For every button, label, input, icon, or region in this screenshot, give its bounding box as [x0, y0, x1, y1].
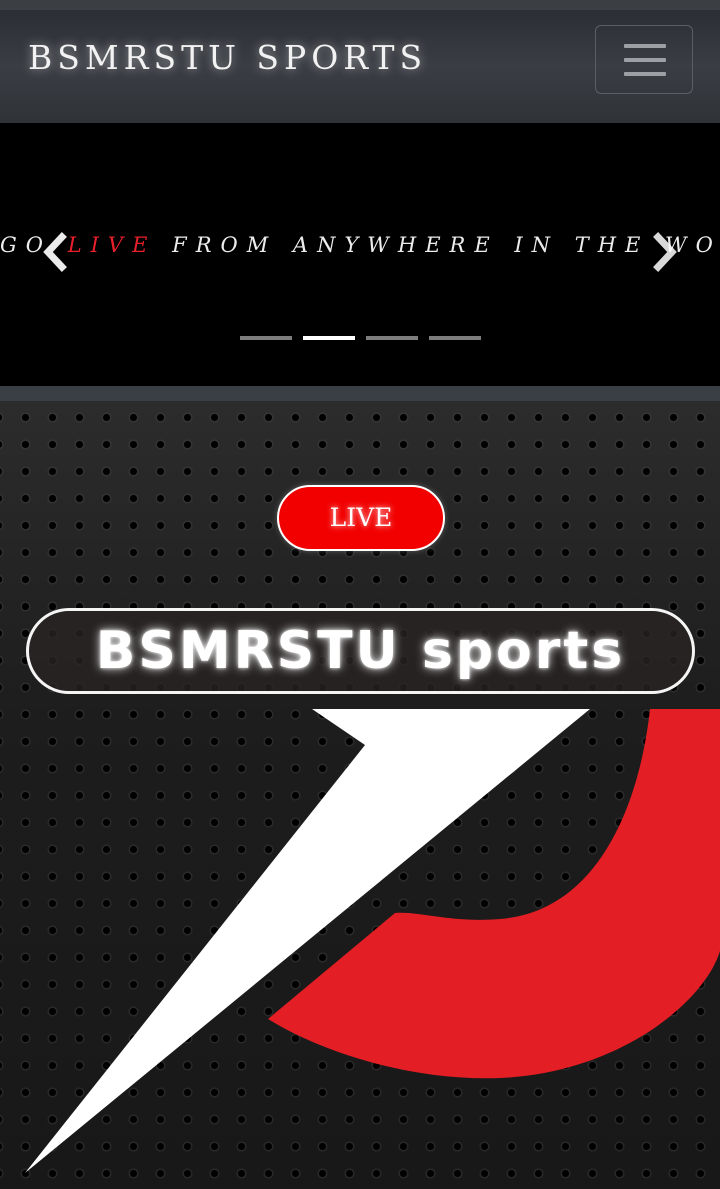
carousel-indicators — [240, 336, 482, 342]
carousel-prev-button[interactable] — [36, 227, 76, 277]
menu-toggle-button[interactable] — [595, 25, 693, 94]
carousel-indicator-3[interactable] — [366, 336, 418, 340]
carousel-indicator-1[interactable] — [240, 336, 292, 340]
sports-logo-icon — [25, 709, 720, 1173]
chevron-left-icon — [43, 232, 67, 272]
hero-section: LIVE BSMRSTU sports — [0, 401, 720, 1189]
carousel-indicator-2[interactable] — [303, 336, 355, 340]
carousel: GO LIVE FROM ANYWHERE IN THE WORLD — [0, 123, 720, 386]
slide-caption-suffix: FROM ANYWHERE IN THE WORLD — [172, 233, 720, 257]
brand-title[interactable]: BSMRSTU SPORTS — [28, 38, 427, 77]
hero-title: BSMRSTU sports — [26, 608, 695, 694]
section-divider — [0, 386, 720, 401]
carousel-indicator-4[interactable] — [429, 336, 481, 340]
slide-caption: GO LIVE FROM ANYWHERE IN THE WORLD — [0, 233, 720, 257]
navbar: BSMRSTU SPORTS — [0, 0, 720, 123]
carousel-next-button[interactable] — [646, 227, 686, 277]
slide-caption-highlight: LIVE — [67, 233, 157, 257]
chevron-right-icon — [653, 232, 677, 272]
live-button[interactable]: LIVE — [277, 485, 445, 551]
